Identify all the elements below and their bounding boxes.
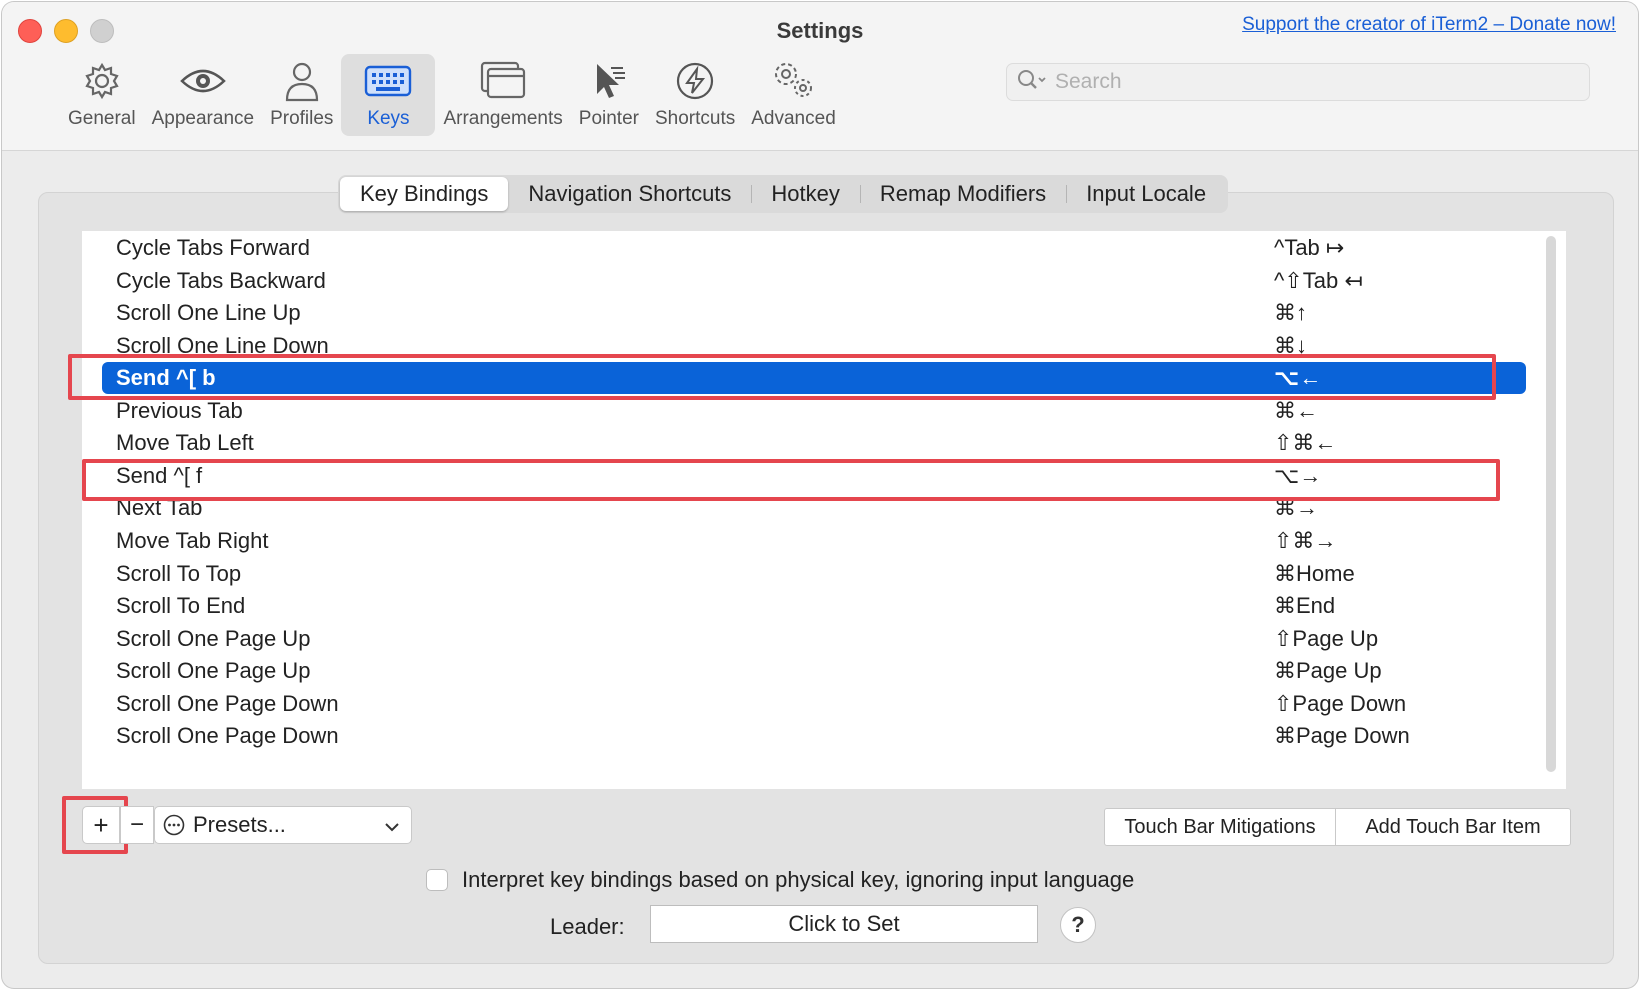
interpret-physical-key-option[interactable]: Interpret key bindings based on physical… <box>426 867 1134 893</box>
eye-icon <box>179 58 227 104</box>
annotation-box-send-f <box>82 459 1500 501</box>
subtab-input-locale[interactable]: Input Locale <box>1066 177 1226 211</box>
binding-action: Cycle Tabs Forward <box>116 235 310 260</box>
binding-action: Scroll One Line Up <box>116 300 301 325</box>
tab-advanced[interactable]: Advanced <box>743 54 844 136</box>
table-row[interactable]: Move Tab Left ⇧⌘← <box>82 426 1538 460</box>
ellipsis-circle-icon <box>163 814 185 836</box>
tab-keys[interactable]: Keys <box>341 54 436 136</box>
binding-key: ⌘Page Up <box>1274 658 1382 683</box>
interpret-physical-key-label: Interpret key bindings based on physical… <box>462 867 1135 892</box>
binding-action: Scroll To End <box>116 593 246 618</box>
search-icon <box>1017 69 1047 96</box>
binding-action: Scroll To Top <box>116 561 242 586</box>
keyboard-icon <box>364 58 412 104</box>
list-scrollbar[interactable] <box>1546 236 1556 772</box>
leader-set-button[interactable]: Click to Set <box>650 905 1038 943</box>
binding-key: ⇧Page Up <box>1274 626 1379 651</box>
tab-profiles[interactable]: Profiles <box>262 54 341 136</box>
remove-binding-button[interactable]: − <box>120 806 154 844</box>
tab-advanced-label: Advanced <box>751 108 836 129</box>
subtab-bar: Key Bindings Navigation Shortcuts Hotkey… <box>338 175 1229 213</box>
add-binding-button[interactable]: + <box>82 806 120 844</box>
binding-action: Scroll One Page Up <box>116 658 311 683</box>
tab-general[interactable]: General <box>60 54 144 136</box>
settings-window: Settings Support the creator of iTerm2 –… <box>2 2 1638 988</box>
table-row[interactable]: Scroll One Page Down ⇧Page Down <box>82 687 1538 721</box>
binding-action: Cycle Tabs Backward <box>116 268 326 293</box>
windows-icon <box>480 58 526 104</box>
tab-pointer[interactable]: Pointer <box>571 54 647 136</box>
search-input[interactable] <box>1053 69 1557 95</box>
binding-action: Scroll One Page Down <box>116 723 339 748</box>
binding-key: ^⇧Tab ↤ <box>1274 268 1363 293</box>
subtab-hotkey[interactable]: Hotkey <box>751 177 859 211</box>
tab-appearance-label: Appearance <box>151 108 255 129</box>
binding-action: Scroll One Page Down <box>116 691 339 716</box>
key-bindings-list: Cycle Tabs Forward ^Tab ↦ Cycle Tabs Bac… <box>82 231 1566 789</box>
binding-key: ⌘↑ <box>1274 300 1307 325</box>
tab-profiles-label: Profiles <box>270 108 334 129</box>
table-row[interactable]: Scroll One Page Up ⌘Page Up <box>82 654 1538 688</box>
tab-keys-label: Keys <box>367 108 410 129</box>
leader-label: Leader: <box>550 914 625 939</box>
tab-arrangements-label: Arrangements <box>443 108 563 129</box>
binding-key: ⌥← <box>1274 365 1322 390</box>
tab-arrangements[interactable]: Arrangements <box>435 54 570 136</box>
presets-dropdown[interactable]: Presets... <box>154 806 412 844</box>
add-touch-bar-item-button[interactable]: Add Touch Bar Item <box>1335 808 1571 846</box>
toolbar-tabs: General Appearance Profiles Keys Arrange… <box>60 54 844 136</box>
pointer-icon <box>589 58 629 104</box>
subtab-key-bindings[interactable]: Key Bindings <box>340 177 509 211</box>
tab-general-label: General <box>68 108 136 129</box>
subtab-remap-modifiers[interactable]: Remap Modifiers <box>859 177 1066 211</box>
table-row[interactable]: Cycle Tabs Forward ^Tab ↦ <box>82 231 1538 265</box>
table-row[interactable]: Cycle Tabs Backward ^⇧Tab ↤ <box>82 264 1538 298</box>
person-icon <box>282 58 322 104</box>
chevron-down-icon <box>383 816 401 842</box>
binding-key: ⌘Home <box>1274 561 1355 586</box>
binding-action: Move Tab Left <box>116 430 254 455</box>
binding-key: ^Tab ↦ <box>1274 235 1345 260</box>
table-row[interactable]: Scroll One Line Up ⌘↑ <box>82 296 1538 330</box>
tab-shortcuts[interactable]: Shortcuts <box>647 54 743 136</box>
help-button[interactable]: ? <box>1060 907 1096 943</box>
binding-key: ⌘End <box>1274 593 1336 618</box>
tab-shortcuts-label: Shortcuts <box>654 108 736 129</box>
binding-key: ⇧⌘← <box>1274 430 1337 455</box>
binding-action: Move Tab Right <box>116 528 269 553</box>
table-row[interactable]: Scroll To Top ⌘Home <box>82 557 1538 591</box>
tab-pointer-label: Pointer <box>578 108 639 129</box>
table-row[interactable]: Scroll To End ⌘End <box>82 589 1538 623</box>
binding-key: ⇧⌘→ <box>1274 528 1337 553</box>
interpret-physical-key-checkbox[interactable] <box>426 869 448 891</box>
lightning-icon <box>675 58 715 104</box>
touch-bar-mitigations-button[interactable]: Touch Bar Mitigations <box>1104 808 1336 846</box>
search-field[interactable] <box>1006 63 1590 101</box>
tab-appearance[interactable]: Appearance <box>144 54 262 136</box>
table-row[interactable]: Scroll One Page Up ⇧Page Up <box>82 622 1538 656</box>
table-row[interactable]: Scroll One Page Down ⌘Page Down <box>82 719 1538 753</box>
binding-action: Send ^[ b <box>116 365 216 390</box>
gear-icon <box>82 58 122 104</box>
donate-link[interactable]: Support the creator of iTerm2 – Donate n… <box>1242 14 1616 36</box>
binding-key: ⇧Page Down <box>1274 691 1407 716</box>
binding-key: ⌘Page Down <box>1274 723 1410 748</box>
subtab-navigation-shortcuts[interactable]: Navigation Shortcuts <box>508 177 751 211</box>
toolbar: Settings Support the creator of iTerm2 –… <box>2 2 1638 151</box>
binding-action: Scroll One Page Up <box>116 626 311 651</box>
table-row[interactable]: Move Tab Right ⇧⌘→ <box>82 524 1538 558</box>
presets-label: Presets... <box>193 812 286 837</box>
gears-icon <box>770 58 818 104</box>
